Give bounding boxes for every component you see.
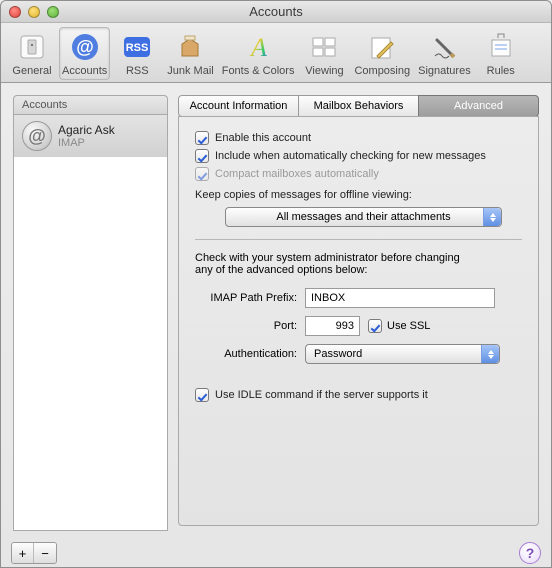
- port-label: Port:: [195, 320, 305, 332]
- toolbar-label: Composing: [354, 65, 410, 77]
- toolbar-label: Accounts: [62, 65, 107, 77]
- toolbar-label: Junk Mail: [167, 65, 213, 77]
- enable-account-label: Enable this account: [215, 132, 311, 144]
- ssl-checkbox[interactable]: [368, 319, 382, 333]
- signatures-icon: [428, 31, 460, 63]
- svg-text:@: @: [76, 37, 94, 57]
- content-area: Accounts @ Agaric Ask IMAP Account Infor…: [1, 83, 551, 539]
- tab-mailbox-behaviors[interactable]: Mailbox Behaviors: [298, 95, 419, 117]
- admin-note: Check with your system administrator bef…: [195, 252, 522, 276]
- toolbar-label: Signatures: [418, 65, 471, 77]
- imap-prefix-row: IMAP Path Prefix:: [195, 288, 522, 308]
- include-checking-label: Include when automatically checking for …: [215, 150, 486, 162]
- rss-icon: RSS: [121, 31, 153, 63]
- auth-select-value: Password: [314, 348, 362, 360]
- offline-select[interactable]: All messages and their attachments: [225, 207, 502, 227]
- toolbar-fonts[interactable]: A Fonts & Colors: [219, 27, 298, 80]
- compact-checkbox: [195, 167, 209, 181]
- toolbar-rss[interactable]: RSS RSS: [112, 27, 162, 80]
- composing-icon: [366, 31, 398, 63]
- toolbar-composing[interactable]: Composing: [351, 27, 413, 80]
- tab-bar: Account Information Mailbox Behaviors Ad…: [178, 95, 539, 117]
- compact-row: Compact mailboxes automatically: [195, 167, 522, 181]
- include-check-row: Include when automatically checking for …: [195, 149, 522, 163]
- toolbar-label: General: [12, 65, 51, 77]
- general-icon: [16, 31, 48, 63]
- toolbar-label: Viewing: [305, 65, 343, 77]
- chevron-updown-icon: [481, 345, 499, 363]
- bottom-bar: + − ?: [1, 539, 551, 567]
- junk-icon: [174, 31, 206, 63]
- toolbar-label: Rules: [487, 65, 515, 77]
- titlebar[interactable]: Accounts: [1, 1, 551, 23]
- preferences-window: Accounts General @ Accounts RSS RSS Junk…: [0, 0, 552, 568]
- port-row: Port: Use SSL: [195, 316, 522, 336]
- settings-pane: Account Information Mailbox Behaviors Ad…: [178, 95, 539, 531]
- offline-label: Keep copies of messages for offline view…: [195, 189, 522, 201]
- toolbar-accounts[interactable]: @ Accounts: [59, 27, 110, 80]
- sidebar-header: Accounts: [13, 95, 168, 114]
- admin-note-line2: any of the advanced options below:: [195, 264, 522, 276]
- window-title: Accounts: [1, 4, 551, 19]
- accounts-list[interactable]: @ Agaric Ask IMAP: [13, 114, 168, 531]
- rules-icon: [485, 31, 517, 63]
- toolbar-label: Fonts & Colors: [222, 65, 295, 77]
- compact-label: Compact mailboxes automatically: [215, 168, 379, 180]
- at-icon: @: [22, 121, 52, 151]
- svg-text:RSS: RSS: [126, 42, 149, 54]
- toolbar-junk[interactable]: Junk Mail: [164, 27, 216, 80]
- auth-label: Authentication:: [195, 348, 305, 360]
- svg-text:A: A: [249, 33, 267, 62]
- offline-select-value: All messages and their attachments: [276, 211, 450, 223]
- advanced-panel: Enable this account Include when automat…: [178, 116, 539, 526]
- remove-button[interactable]: −: [34, 543, 56, 563]
- viewing-icon: [308, 31, 340, 63]
- help-button[interactable]: ?: [519, 542, 541, 564]
- account-type: IMAP: [58, 137, 115, 149]
- account-name: Agaric Ask: [58, 123, 115, 137]
- idle-checkbox[interactable]: [195, 388, 209, 402]
- port-input[interactable]: [305, 316, 360, 336]
- chevron-updown-icon: [483, 208, 501, 226]
- fonts-icon: A: [242, 31, 274, 63]
- enable-account-checkbox[interactable]: [195, 131, 209, 145]
- toolbar-general[interactable]: General: [7, 27, 57, 80]
- tab-account-info[interactable]: Account Information: [178, 95, 299, 117]
- account-row[interactable]: @ Agaric Ask IMAP: [14, 115, 167, 157]
- toolbar-label: RSS: [126, 65, 149, 77]
- account-texts: Agaric Ask IMAP: [58, 123, 115, 149]
- tab-advanced[interactable]: Advanced: [418, 95, 539, 117]
- imap-prefix-label: IMAP Path Prefix:: [195, 292, 305, 304]
- ssl-label: Use SSL: [387, 320, 430, 332]
- auth-select[interactable]: Password: [305, 344, 500, 364]
- admin-note-line1: Check with your system administrator bef…: [195, 252, 522, 264]
- auth-row: Authentication: Password: [195, 344, 522, 364]
- toolbar-signatures[interactable]: Signatures: [415, 27, 474, 80]
- accounts-sidebar: Accounts @ Agaric Ask IMAP: [13, 95, 168, 531]
- accounts-icon: @: [69, 31, 101, 63]
- enable-account-row: Enable this account: [195, 131, 522, 145]
- idle-row: Use IDLE command if the server supports …: [195, 388, 522, 402]
- idle-label: Use IDLE command if the server supports …: [215, 389, 428, 401]
- toolbar-rules[interactable]: Rules: [476, 27, 526, 80]
- imap-prefix-input[interactable]: [305, 288, 495, 308]
- add-button[interactable]: +: [12, 543, 34, 563]
- add-remove-group: + −: [11, 542, 57, 564]
- toolbar: General @ Accounts RSS RSS Junk Mail A F…: [1, 23, 551, 83]
- toolbar-viewing[interactable]: Viewing: [299, 27, 349, 80]
- separator: [195, 239, 522, 240]
- include-checking-checkbox[interactable]: [195, 149, 209, 163]
